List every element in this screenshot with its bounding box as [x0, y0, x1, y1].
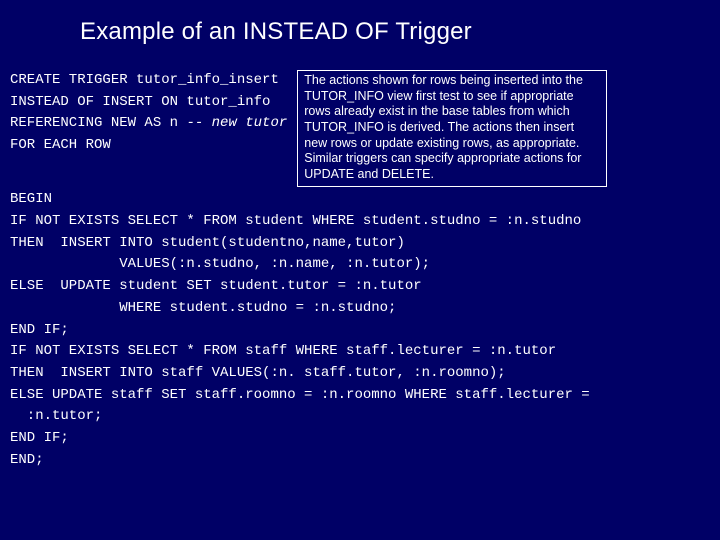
code-line: :n.tutor; [10, 408, 102, 424]
code-line: IF NOT EXISTS SELECT * FROM student WHER… [10, 213, 581, 229]
code-line: END; [10, 452, 44, 468]
code-line: ELSE UPDATE student SET student.tutor = … [10, 278, 422, 294]
code-comment: -- new tutor [186, 115, 287, 131]
upper-section: CREATE TRIGGER tutor_info_insert INSTEAD… [10, 70, 680, 187]
code-line: THEN INSERT INTO student(studentno,name,… [10, 235, 405, 251]
trigger-header-code: CREATE TRIGGER tutor_info_insert INSTEAD… [10, 70, 287, 187]
code-line: THEN INSERT INTO staff VALUES(:n. staff.… [10, 365, 506, 381]
explanation-box: The actions shown for rows being inserte… [297, 70, 607, 187]
code-line: BEGIN [10, 191, 52, 207]
slide-title: Example of an INSTEAD OF Trigger [80, 18, 680, 46]
code-line: WHERE student.studno = :n.studno; [10, 300, 396, 316]
code-line: CREATE TRIGGER tutor_info_insert [10, 72, 279, 88]
code-line: VALUES(:n.studno, :n.name, :n.tutor); [10, 256, 430, 272]
code-line: IF NOT EXISTS SELECT * FROM staff WHERE … [10, 343, 556, 359]
code-line: INSTEAD OF INSERT ON tutor_info [10, 94, 270, 110]
code-line: END IF; [10, 430, 69, 446]
trigger-body-code: BEGIN IF NOT EXISTS SELECT * FROM studen… [10, 189, 680, 471]
code-line: ELSE UPDATE staff SET staff.roomno = :n.… [10, 387, 590, 403]
code-line: REFERENCING NEW AS n [10, 115, 186, 131]
code-line: END IF; [10, 322, 69, 338]
code-line: FOR EACH ROW [10, 137, 111, 153]
